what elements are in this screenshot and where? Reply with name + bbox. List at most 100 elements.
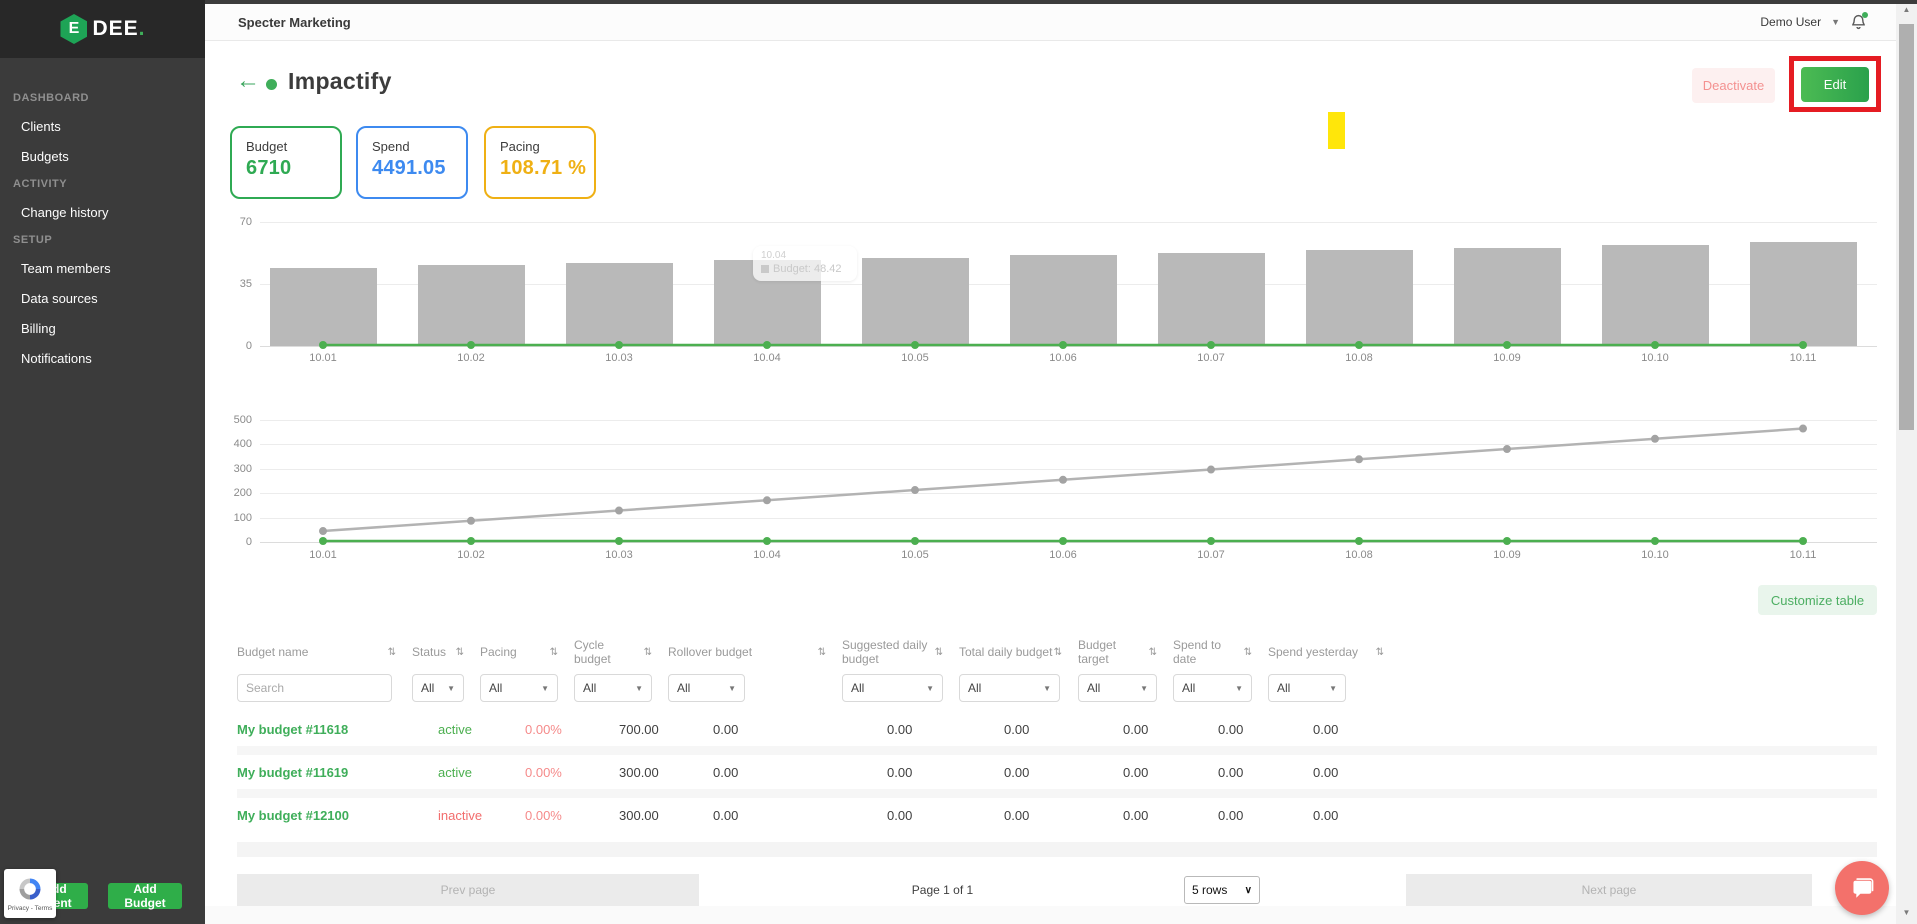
filter-select-budget-target[interactable]: All ▼: [1078, 674, 1157, 702]
y-tick-label: 100: [233, 511, 252, 524]
next-page-button[interactable]: Next page: [1406, 874, 1812, 906]
x-tick-label: 10.10: [1641, 352, 1669, 364]
column-header-cycle-budget: Cycle budget ⇅: [574, 638, 668, 666]
column-label: Pacing: [480, 645, 517, 659]
edit-button[interactable]: Edit: [1801, 66, 1869, 102]
x-tick-label: 10.11: [1789, 549, 1817, 561]
cell-rollover-budget: 0.00: [713, 721, 739, 737]
recaptcha-terms[interactable]: Privacy - Terms: [8, 905, 53, 912]
top-border-strip: [205, 0, 1917, 4]
budget-stat-card: Budget 6710: [230, 126, 342, 199]
cell-pacing: 0.00%: [525, 807, 562, 823]
data-point: [319, 537, 327, 545]
sidebar-item-team-members[interactable]: Team members: [21, 261, 205, 276]
logo-word: DEE: [92, 17, 139, 40]
filter-select-rollover-budget[interactable]: All ▼: [668, 674, 745, 702]
column-label: Budget name: [237, 645, 309, 659]
sort-icon[interactable]: ⇅: [644, 647, 652, 658]
cell-budget-target: 0.00: [1123, 764, 1149, 780]
deactivate-button[interactable]: Deactivate: [1692, 68, 1775, 103]
filter-select-cycle-budget[interactable]: All ▼: [574, 674, 652, 702]
data-point: [763, 496, 771, 505]
bar-10.11[interactable]: [1749, 242, 1857, 346]
bar-10.09[interactable]: [1453, 247, 1561, 346]
sidebar-item-clients[interactable]: Clients: [21, 119, 205, 134]
prev-page-button[interactable]: Prev page: [237, 874, 699, 906]
bar-10.03[interactable]: [565, 262, 673, 346]
app-root: E DEE. DASHBOARD Clients Budgets ACTIVITY Ch…: [0, 0, 1917, 924]
sort-icon[interactable]: ⇅: [1054, 647, 1062, 658]
scrollbar-thumb[interactable]: [1899, 24, 1914, 430]
user-menu[interactable]: Demo User: [1760, 15, 1821, 29]
customize-table-button[interactable]: Customize table: [1758, 585, 1877, 615]
bar-10.05[interactable]: [861, 257, 969, 346]
x-tick-label: 10.08: [1345, 549, 1373, 561]
x-tick-label: 10.05: [901, 549, 929, 561]
column-header-budget-target: Budget target ⇅: [1078, 638, 1173, 666]
sort-icon[interactable]: ⇅: [456, 647, 464, 658]
filter-value: All: [677, 681, 691, 695]
column-header-status: Status ⇅: [412, 645, 480, 659]
sidebar-item-change-history[interactable]: Change history: [21, 205, 205, 220]
x-tick-label: 10.06: [1049, 549, 1077, 561]
filter-select-pacing[interactable]: All ▼: [480, 674, 558, 702]
gridline-y200: [260, 493, 1877, 495]
column-label: Rollover budget: [668, 645, 753, 659]
data-point: [1651, 434, 1659, 443]
budgets-table: Budget name ⇅ Status ⇅ Pacing ⇅ Cycle budget ⇅ R…: [237, 638, 1877, 832]
filter-select-total-daily-budget[interactable]: All ▼: [959, 674, 1060, 702]
cell-name[interactable]: My budget #12100: [237, 808, 412, 823]
sidebar-item-billing[interactable]: Billing: [21, 321, 205, 336]
y-tick-label: 200: [233, 487, 252, 500]
data-point: [615, 537, 623, 545]
notification-bell-icon[interactable]: [1850, 12, 1868, 31]
filter-select-spend-yesterday[interactable]: All ▼: [1268, 674, 1346, 702]
chevron-down-icon[interactable]: ▼: [1831, 17, 1840, 27]
sort-icon[interactable]: ⇅: [1149, 647, 1157, 658]
scrollbar-up-arrow[interactable]: ▲: [1896, 5, 1917, 14]
bar-10.10[interactable]: [1601, 245, 1709, 346]
x-tick-label: 10.07: [1197, 352, 1225, 364]
sidebar-item-notifications[interactable]: Notifications: [21, 351, 205, 366]
cell-spend-to-date: 0.00: [1218, 764, 1244, 780]
x-tick-label: 10.03: [605, 352, 633, 364]
x-tick-label: 10.04: [753, 352, 781, 364]
add-budget-button[interactable]: Add Budget: [108, 882, 182, 910]
filter-cell: All ▼: [412, 674, 480, 702]
chat-bubble-icon: [1853, 878, 1874, 898]
filter-select-spend-to-date[interactable]: All ▼: [1173, 674, 1252, 702]
sidebar-item-data-sources[interactable]: Data sources: [21, 291, 205, 306]
scrollbar-down-arrow[interactable]: ▼: [1896, 908, 1917, 917]
recaptcha-badge[interactable]: Privacy - Terms: [4, 869, 56, 918]
cell-name[interactable]: My budget #11618: [237, 722, 412, 737]
column-header-spend-yesterday: Spend yesterday ⇅: [1268, 645, 1400, 659]
cell-name[interactable]: My budget #11619: [237, 765, 412, 780]
chart-tooltip: 10.04 Budget: 48.42: [753, 246, 857, 281]
bar-10.06[interactable]: [1009, 255, 1117, 346]
chevron-down-icon: ▼: [1140, 683, 1148, 693]
filter-select-suggested-daily-budget[interactable]: All ▼: [842, 674, 943, 702]
page-scrollbar[interactable]: ▲ ▼: [1896, 0, 1917, 924]
sort-icon[interactable]: ⇅: [818, 647, 826, 658]
data-point: [1059, 475, 1067, 484]
bar-10.01[interactable]: [269, 267, 377, 346]
chat-launcher-button[interactable]: [1835, 861, 1889, 915]
rows-per-page-select[interactable]: 5 rows ∨: [1184, 876, 1260, 904]
search-input[interactable]: [237, 674, 392, 702]
filter-cell: All ▼: [842, 674, 959, 702]
sort-icon[interactable]: ⇅: [1376, 647, 1384, 658]
filter-select-status[interactable]: All ▼: [412, 674, 464, 702]
rows-per-page-value: 5 rows: [1192, 883, 1228, 897]
bar-10.08[interactable]: [1305, 249, 1413, 346]
sort-icon[interactable]: ⇅: [550, 647, 558, 658]
sort-icon[interactable]: ⇅: [1244, 647, 1252, 658]
sort-icon[interactable]: ⇅: [388, 647, 396, 658]
back-arrow-icon[interactable]: ←: [236, 69, 260, 93]
sort-icon[interactable]: ⇅: [935, 647, 943, 658]
bar-10.07[interactable]: [1157, 252, 1265, 346]
data-point: [319, 527, 327, 536]
bar-10.02[interactable]: [417, 265, 525, 346]
data-point: [1355, 455, 1363, 464]
sidebar-item-budgets[interactable]: Budgets: [21, 149, 205, 164]
filter-cell: All ▼: [668, 674, 842, 702]
